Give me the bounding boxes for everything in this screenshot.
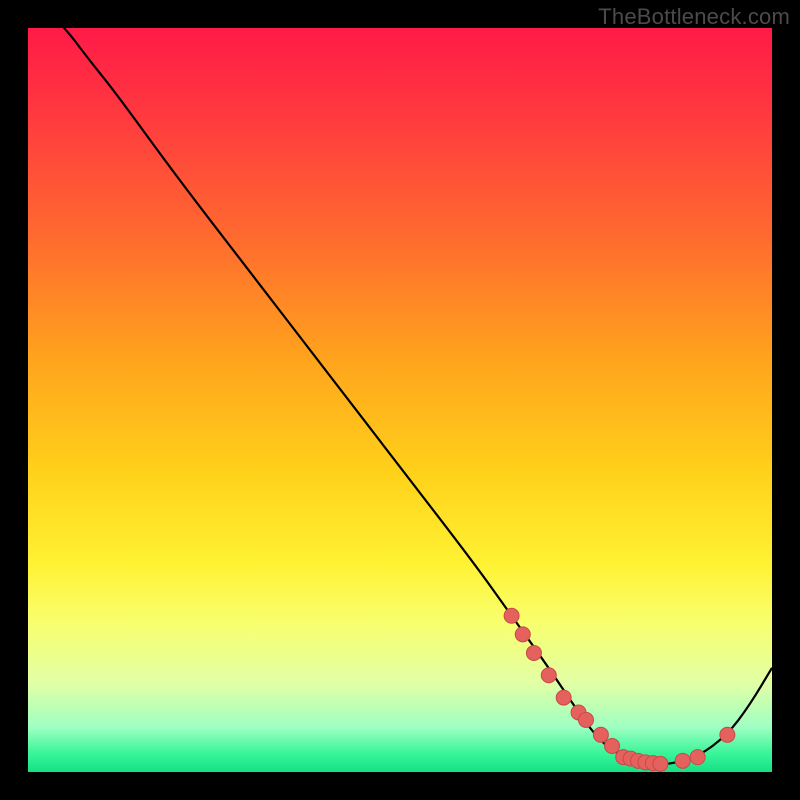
- marker-point: [720, 727, 735, 742]
- marker-point: [690, 750, 705, 765]
- marker-point: [556, 690, 571, 705]
- marker-point: [653, 756, 668, 771]
- marker-point: [504, 608, 519, 623]
- marker-point: [593, 727, 608, 742]
- chart-svg: [28, 28, 772, 772]
- chart-frame: TheBottleneck.com: [0, 0, 800, 800]
- plot-area: [28, 28, 772, 772]
- gradient-background: [28, 28, 772, 772]
- marker-point: [515, 627, 530, 642]
- marker-point: [579, 712, 594, 727]
- marker-point: [605, 738, 620, 753]
- watermark-text: TheBottleneck.com: [598, 4, 790, 30]
- marker-point: [675, 753, 690, 768]
- marker-point: [541, 668, 556, 683]
- marker-point: [526, 645, 541, 660]
